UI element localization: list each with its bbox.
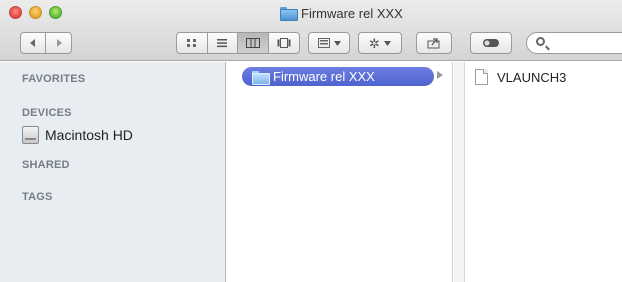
gear-icon: ✲ [369,35,380,51]
column-view-button[interactable] [238,33,269,53]
tags-header[interactable]: TAGS [22,191,53,203]
arrange-button[interactable] [308,32,350,54]
shared-header[interactable]: SHARED [22,159,70,171]
sidebar: FAVORITES DEVICES Macintosh HD SHARED TA… [0,62,226,282]
hard-drive-icon [22,126,39,144]
cover-flow-icon [277,38,291,48]
list-view-icon [217,39,228,48]
back-forward-control [20,32,72,54]
window-title: Firmware rel XXX [280,4,403,22]
dropdown-arrow-icon [333,40,341,46]
folder-icon [280,7,298,21]
column-resize-handle[interactable] [454,62,465,282]
column-view-icon [245,38,260,48]
search-icon [536,37,545,46]
search-field[interactable] [526,32,622,54]
title-toolbar: Firmware rel XXX ✲ [0,0,622,61]
favorites-header[interactable]: FAVORITES [22,73,85,85]
chevron-left-icon [30,39,35,47]
tag-toggle-icon [483,39,499,47]
folder-row-selected[interactable]: Firmware rel XXX [242,67,434,86]
dropdown-arrow-icon [383,40,391,46]
devices-header[interactable]: DEVICES [22,107,72,119]
disclosure-arrow-icon [437,71,443,79]
icon-view-icon [186,39,196,47]
share-icon [427,38,440,49]
finder-window: Firmware rel XXX ✲ FAVORITES DEVICES Mac… [0,0,622,282]
list-view-button[interactable] [208,33,238,53]
icon-view-button[interactable] [177,33,208,53]
tags-button[interactable] [470,32,512,54]
folder-icon [252,70,270,85]
browser-column-2[interactable]: VLAUNCH3 [465,62,622,282]
action-button[interactable]: ✲ [358,32,402,54]
zoom-window-button[interactable] [49,6,62,19]
window-title-text: Firmware rel XXX [301,5,403,21]
share-button[interactable] [416,32,452,54]
folder-row-label: Firmware rel XXX [273,69,375,84]
back-button[interactable] [21,33,47,53]
sidebar-item-macintosh-hd[interactable]: Macintosh HD [22,126,133,144]
minimize-window-button[interactable] [29,6,42,19]
chevron-right-icon [56,39,62,47]
view-mode-control [176,32,300,54]
file-row-label: VLAUNCH3 [497,69,567,85]
close-window-button[interactable] [9,6,22,19]
arrange-grid-icon [317,38,330,48]
document-icon [475,69,488,85]
forward-button[interactable] [46,33,71,53]
sidebar-item-label: Macintosh HD [45,127,133,143]
browser-column-1[interactable]: Firmware rel XXX [227,62,453,282]
cover-flow-view-button[interactable] [269,33,299,53]
file-row[interactable]: VLAUNCH3 [475,69,566,85]
